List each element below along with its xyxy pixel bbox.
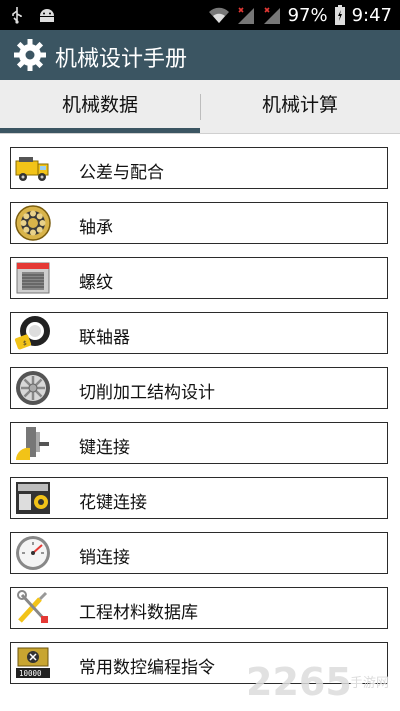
- svg-text:10000: 10000: [19, 669, 42, 678]
- svg-text:手游网: 手游网: [350, 676, 389, 691]
- gear-icon[interactable]: [13, 38, 47, 72]
- wheel-icon: [16, 371, 50, 405]
- bearing-icon: [15, 205, 51, 241]
- wifi-icon: [208, 7, 229, 23]
- watermark-logo: 2265 手游网: [246, 661, 389, 703]
- tab-mechanical-calculation[interactable]: 机械计算: [200, 80, 400, 134]
- key-connection-icon: [15, 427, 49, 460]
- gauge-icon: [16, 536, 50, 570]
- truck-icon: [15, 157, 49, 181]
- cnc-counter-icon: 10000: [16, 647, 50, 678]
- list-item-pin-connection[interactable]: 销连接: [10, 532, 388, 574]
- spline-icon: [16, 482, 50, 514]
- list-item-cutting-design[interactable]: 切削加工结构设计: [10, 367, 388, 409]
- list-item-tolerance[interactable]: 公差与配合: [10, 147, 388, 189]
- list-item-spline[interactable]: 花键连接: [10, 477, 388, 519]
- item-label: 工程材料数据库: [79, 603, 198, 623]
- usb-icon: [12, 7, 22, 24]
- thread-machine-icon: [16, 262, 50, 294]
- battery-percent: 97%: [287, 4, 328, 26]
- coupling-icon: $: [14, 316, 50, 350]
- list-item-engineering-materials[interactable]: 工程材料数据库: [10, 587, 388, 629]
- svg-text:2265: 2265: [246, 661, 352, 703]
- list-item-coupling[interactable]: $ 联轴器: [10, 312, 388, 354]
- item-label: 键连接: [79, 438, 130, 458]
- clock: 9:47: [351, 4, 392, 26]
- app-bar: 机械设计手册: [0, 30, 400, 80]
- item-label: 公差与配合: [79, 163, 164, 183]
- item-label: 销连接: [79, 548, 130, 568]
- tab-bar: 机械数据 机械计算: [0, 80, 400, 134]
- tab-mechanical-data[interactable]: 机械数据: [0, 80, 200, 134]
- signal-icon-2: [263, 7, 280, 24]
- android-icon: [40, 9, 54, 22]
- app-title: 机械设计手册: [55, 47, 188, 72]
- list-item-bearing[interactable]: 轴承: [10, 202, 388, 244]
- item-label: 花键连接: [79, 493, 147, 513]
- item-label: 轴承: [79, 218, 113, 238]
- list-item-thread[interactable]: 螺纹: [10, 257, 388, 299]
- tab-bar-divider: [0, 133, 400, 134]
- battery-charging-icon: [334, 5, 345, 25]
- item-label: 螺纹: [79, 273, 113, 293]
- item-label: 常用数控编程指令: [79, 658, 215, 678]
- item-label: 联轴器: [79, 328, 130, 348]
- svg-text:$: $: [23, 340, 27, 347]
- item-label: 切削加工结构设计: [79, 383, 215, 403]
- signal-icon: [237, 7, 254, 24]
- status-bar: 97% 9:47: [0, 0, 400, 30]
- list-item-key-connection[interactable]: 键连接: [10, 422, 388, 464]
- tools-icon: [17, 590, 48, 623]
